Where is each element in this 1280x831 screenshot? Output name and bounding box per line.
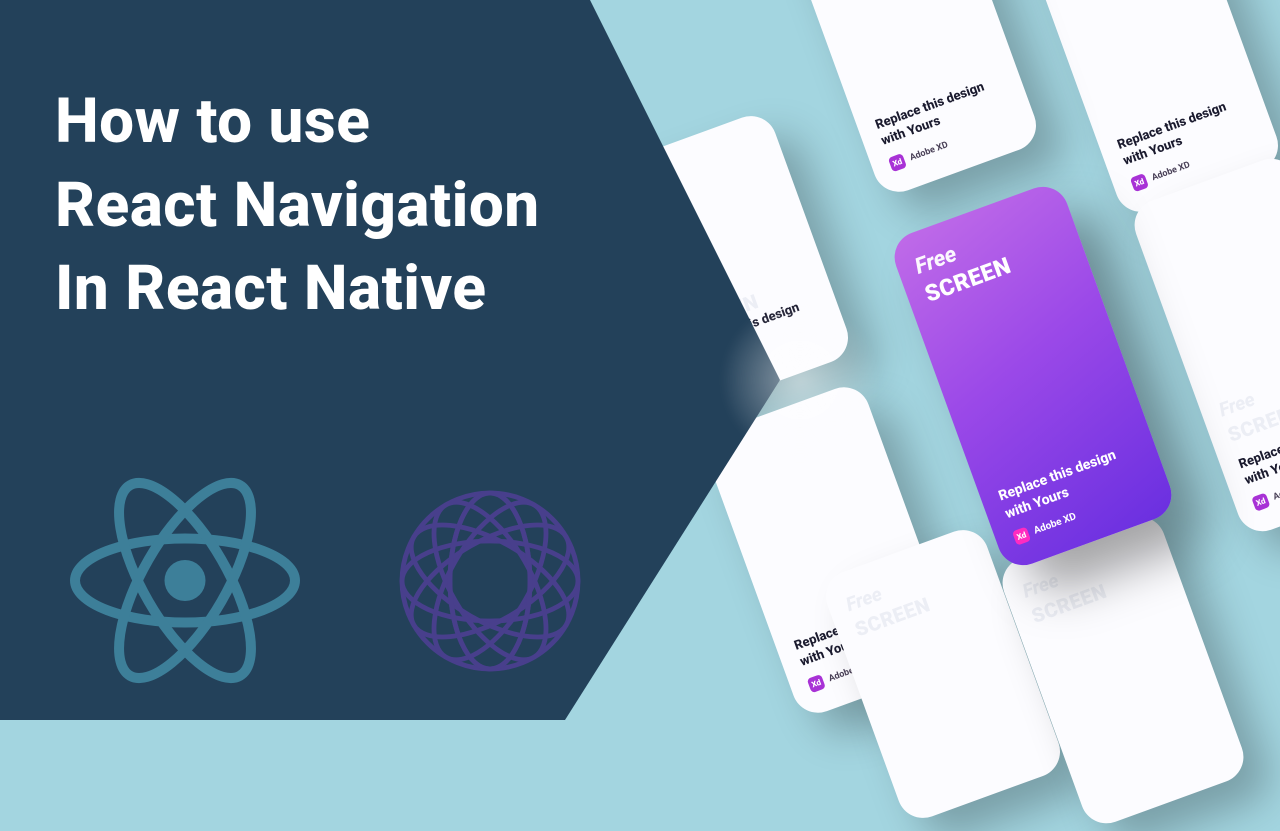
glow-highlight [720, 300, 880, 460]
adobe-xd-icon: Xd [1012, 526, 1031, 545]
adobe-xd-icon: Xd [807, 674, 826, 693]
mockup-tool-label: Adobe XD [1150, 160, 1191, 183]
hero-title: How to use React Navigation In React Nat… [55, 80, 540, 331]
mockup-card: Free SCREEN Replace this design with You… [771, 0, 1044, 199]
logo-row [70, 476, 590, 690]
title-line-3: In React Native [55, 247, 540, 331]
adobe-xd-icon: Xd [888, 153, 907, 172]
mockup-tool-label: Adobe XD [1272, 479, 1280, 502]
title-line-1: How to use [55, 80, 540, 164]
adobe-xd-icon: Xd [1130, 173, 1149, 192]
react-icon [70, 476, 300, 690]
mockup-tool-label: Adobe XD [1032, 511, 1077, 537]
adobe-xd-icon: Xd [1251, 492, 1270, 511]
react-navigation-icon [390, 481, 590, 685]
mockup-card-featured: Free SCREEN Replace this design with You… [887, 179, 1178, 572]
mockup-tool-label: Adobe XD [908, 140, 949, 163]
title-line-2: React Navigation [55, 164, 540, 248]
